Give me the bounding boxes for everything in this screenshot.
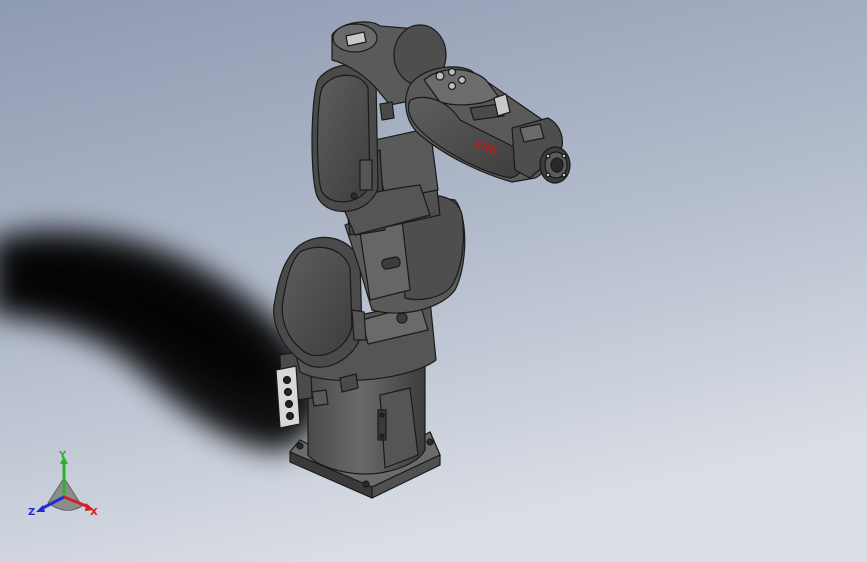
- graphics-viewport[interactable]: ABB Y X Z: [0, 0, 867, 562]
- axis3-cover[interactable]: [311, 64, 379, 213]
- triad-z-label: Z: [28, 507, 35, 518]
- tool-flange[interactable]: [539, 146, 571, 184]
- scene: ABB Y X Z: [0, 0, 867, 562]
- triad-x-label: X: [90, 507, 98, 518]
- triad-y-label: Y: [58, 450, 67, 461]
